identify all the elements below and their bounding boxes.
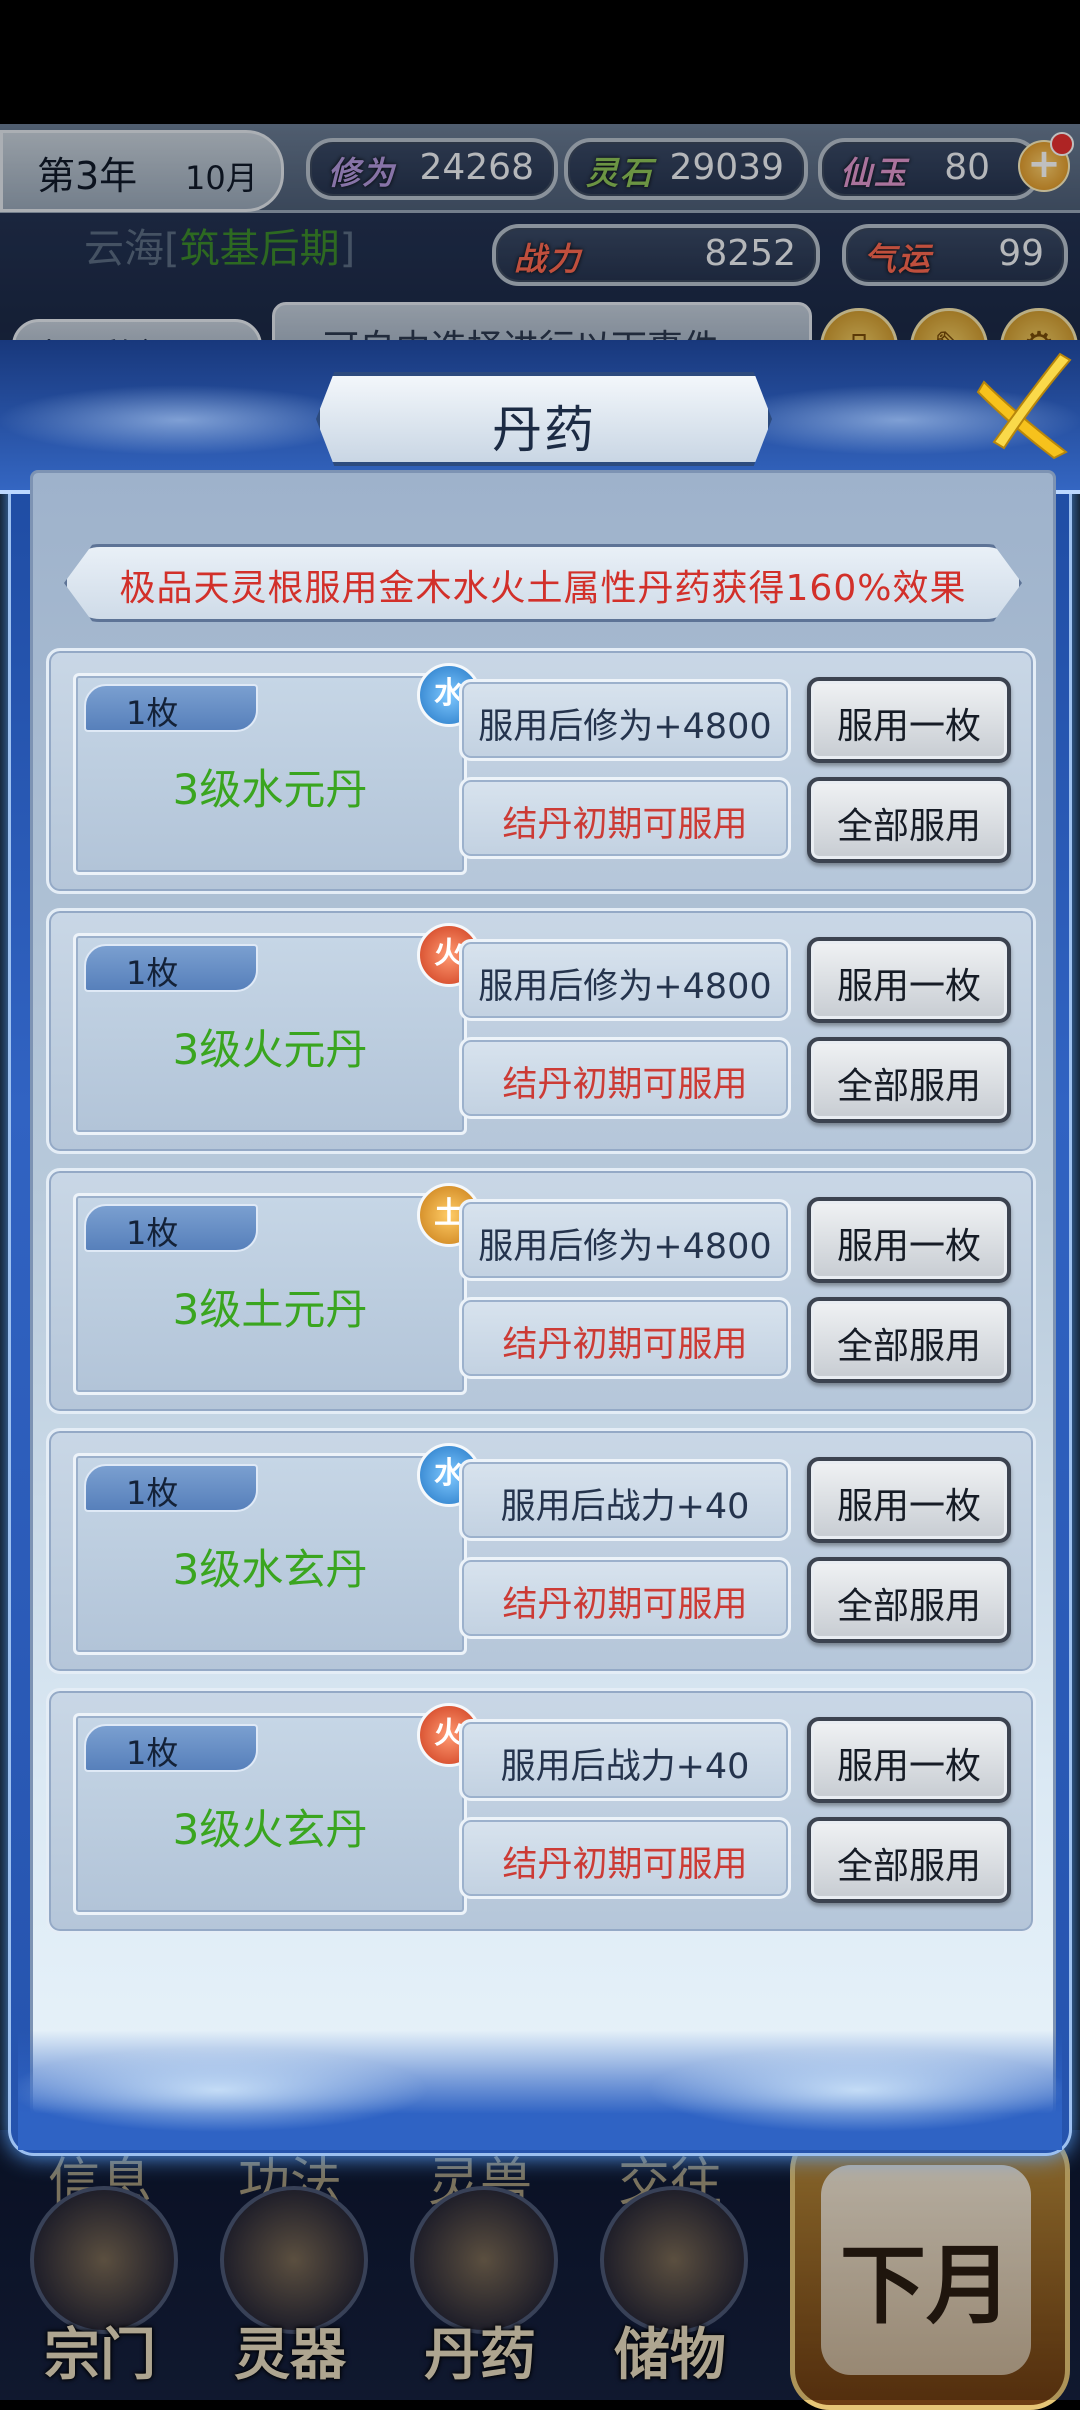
pill-count: 1枚: [126, 694, 179, 732]
pill-name: 3级火玄丹: [172, 1805, 368, 1854]
count-tag: 1枚: [84, 1464, 258, 1512]
take-one-button[interactable]: 服用一枚: [807, 1197, 1011, 1283]
pill-slot: 1枚 3级水玄丹: [73, 1453, 467, 1655]
take-one-label: 服用一枚: [836, 966, 981, 1007]
pill-count: 1枚: [126, 954, 179, 992]
pill-effect-text: 服用后修为+4800: [478, 1227, 772, 1267]
take-one-button[interactable]: 服用一枚: [807, 677, 1011, 763]
pill-card: 1枚 3级土元丹 土 服用后修为+4800 结丹初期可服用 服用一枚 全部服用: [46, 1168, 1036, 1414]
pill-count: 1枚: [126, 1474, 179, 1512]
pill-slot: 1枚 3级火玄丹: [73, 1713, 467, 1915]
take-all-label: 全部服用: [836, 1066, 981, 1107]
take-one-label: 服用一枚: [836, 1746, 981, 1787]
take-all-label: 全部服用: [836, 1326, 981, 1367]
take-all-label: 全部服用: [836, 1586, 981, 1627]
pill-slot: 1枚 3级土元丹: [73, 1193, 467, 1395]
count-tag: 1枚: [84, 944, 258, 992]
info-banner: 极品天灵根服用金木水火土属性丹药获得160%效果: [64, 544, 1022, 622]
pill-effect: 服用后修为+4800: [459, 679, 791, 761]
take-all-label: 全部服用: [836, 1846, 981, 1887]
panel-title-plate: 丹药: [316, 372, 772, 466]
take-all-button[interactable]: 全部服用: [807, 1557, 1011, 1643]
pill-name: 3级水玄丹: [172, 1545, 368, 1594]
take-all-label: 全部服用: [836, 806, 981, 847]
count-tag: 1枚: [84, 684, 258, 732]
pill-requirement: 结丹初期可服用: [459, 777, 791, 859]
count-tag: 1枚: [84, 1724, 258, 1772]
pill-effect-text: 服用后修为+4800: [478, 967, 772, 1007]
pill-effect: 服用后战力+40: [459, 1459, 791, 1541]
take-one-label: 服用一枚: [836, 1226, 981, 1267]
pill-requirement-text: 结丹初期可服用: [502, 1585, 748, 1625]
pill-effect: 服用后战力+40: [459, 1719, 791, 1801]
pill-requirement: 结丹初期可服用: [459, 1297, 791, 1379]
panel-bottom-cloud: [18, 2030, 1062, 2150]
pill-card: 1枚 3级火元丹 火 服用后修为+4800 结丹初期可服用 服用一枚 全部服用: [46, 908, 1036, 1154]
pill-requirement-text: 结丹初期可服用: [502, 1065, 748, 1105]
take-one-button[interactable]: 服用一枚: [807, 1457, 1011, 1543]
pill-requirement-text: 结丹初期可服用: [502, 805, 748, 845]
take-one-label: 服用一枚: [836, 1486, 981, 1527]
take-one-button[interactable]: 服用一枚: [807, 937, 1011, 1023]
take-one-label: 服用一枚: [836, 706, 981, 747]
pill-effect-text: 服用后战力+40: [500, 1487, 750, 1527]
count-tag: 1枚: [84, 1204, 258, 1252]
take-all-button[interactable]: 全部服用: [807, 1817, 1011, 1903]
pill-slot: 1枚 3级火元丹: [73, 933, 467, 1135]
pill-card: 1枚 3级火玄丹 火 服用后战力+40 结丹初期可服用 服用一枚 全部服用: [46, 1688, 1036, 1934]
pill-name: 3级土元丹: [172, 1285, 368, 1334]
take-one-button[interactable]: 服用一枚: [807, 1717, 1011, 1803]
pill-effect-text: 服用后战力+40: [500, 1747, 750, 1787]
pill-effect: 服用后修为+4800: [459, 939, 791, 1021]
pill-name: 3级火元丹: [172, 1025, 368, 1074]
pill-slot: 1枚 3级水元丹: [73, 673, 467, 875]
pill-card: 1枚 3级水玄丹 水 服用后战力+40 结丹初期可服用 服用一枚 全部服用: [46, 1428, 1036, 1674]
take-all-button[interactable]: 全部服用: [807, 1037, 1011, 1123]
close-icon[interactable]: [974, 352, 1074, 462]
take-all-button[interactable]: 全部服用: [807, 777, 1011, 863]
pill-requirement-text: 结丹初期可服用: [502, 1845, 748, 1885]
pill-requirement: 结丹初期可服用: [459, 1037, 791, 1119]
pill-name: 3级水元丹: [172, 765, 368, 814]
take-all-button[interactable]: 全部服用: [807, 1297, 1011, 1383]
pill-requirement-text: 结丹初期可服用: [502, 1325, 748, 1365]
pill-requirement: 结丹初期可服用: [459, 1817, 791, 1899]
pill-effect-text: 服用后修为+4800: [478, 707, 772, 747]
pill-count: 1枚: [126, 1214, 179, 1252]
panel-title: 丹药: [492, 401, 596, 459]
pill-effect: 服用后修为+4800: [459, 1199, 791, 1281]
pill-card: 1枚 3级水元丹 水 服用后修为+4800 结丹初期可服用 服用一枚 全部服用: [46, 648, 1036, 894]
info-text: 极品天灵根服用金木水火土属性丹药获得160%效果: [119, 568, 967, 609]
pill-count: 1枚: [126, 1734, 179, 1772]
pill-requirement: 结丹初期可服用: [459, 1557, 791, 1639]
